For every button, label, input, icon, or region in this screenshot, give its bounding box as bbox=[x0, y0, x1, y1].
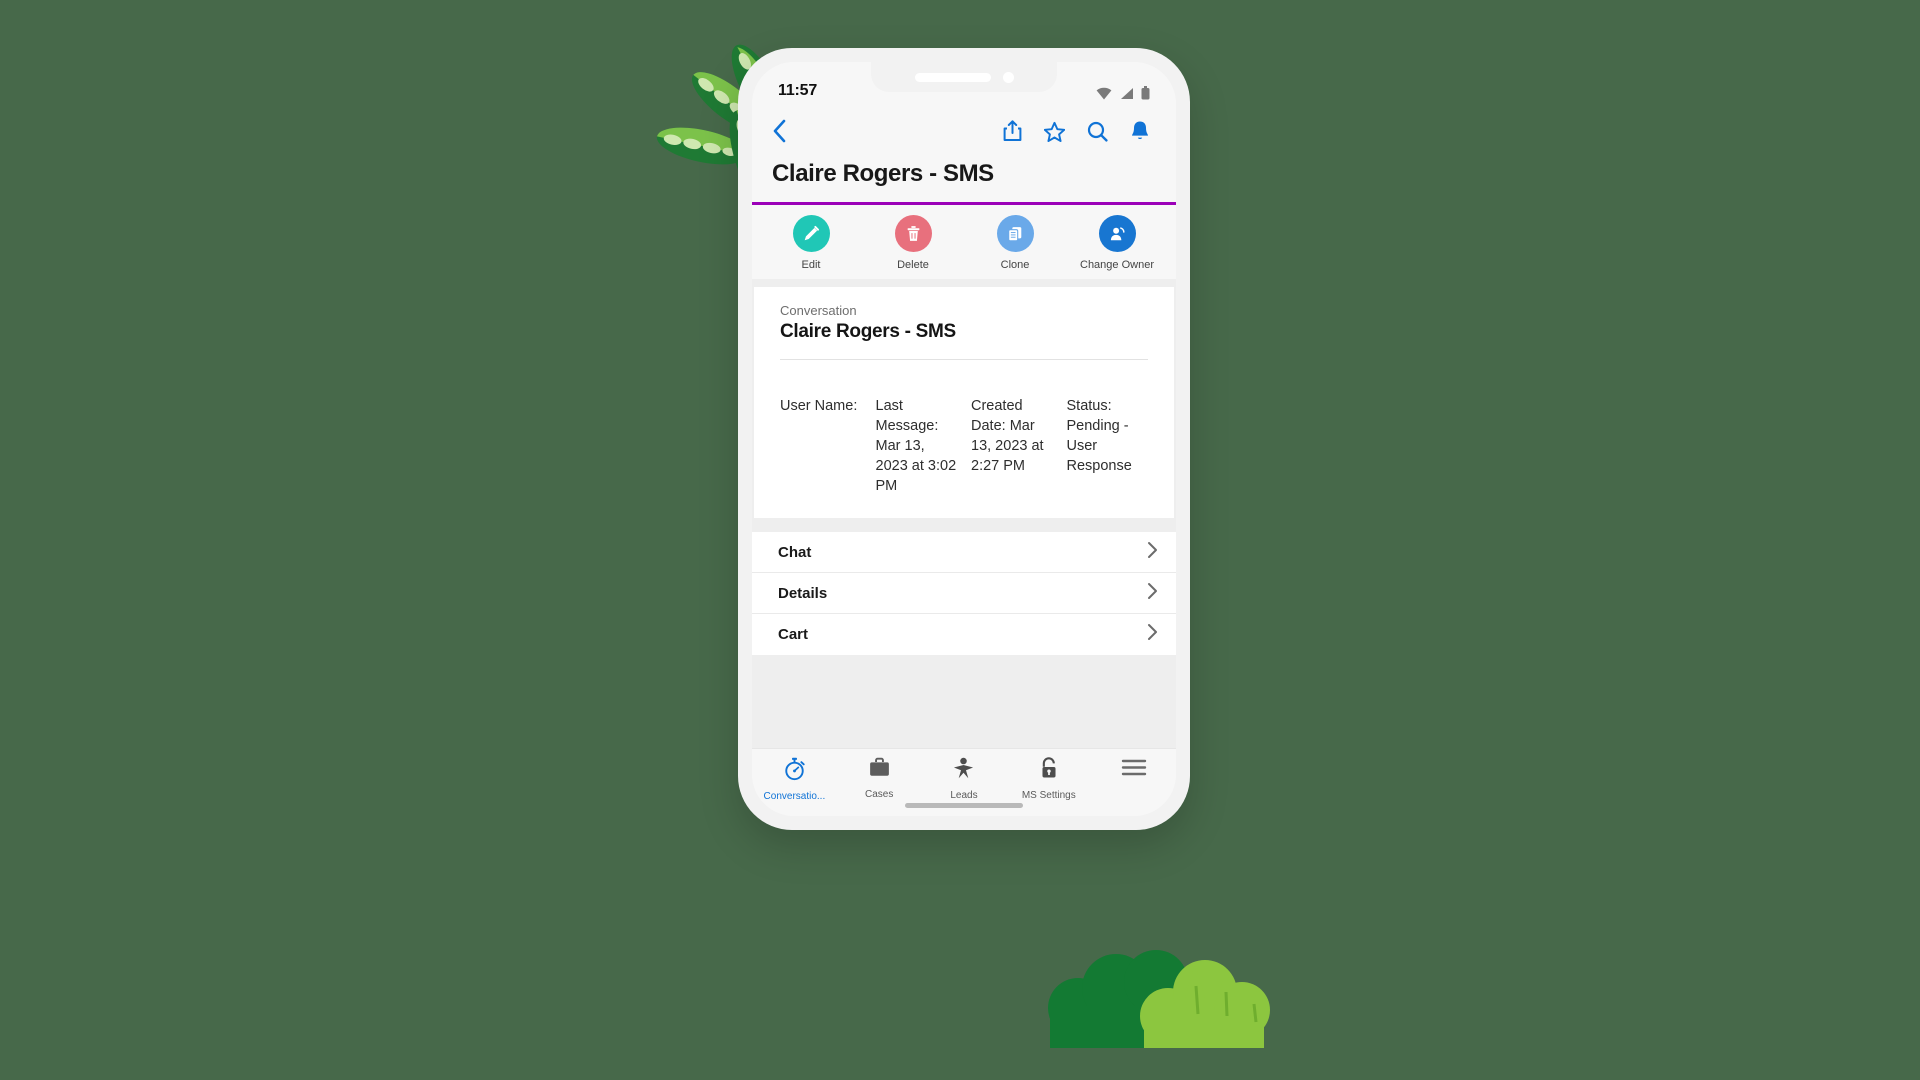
record-fields-grid: User Name: Last Message: Mar 13, 2023 at… bbox=[754, 378, 1174, 518]
tab-conversations-label: Conversatio... bbox=[763, 791, 826, 802]
nav-action-group bbox=[1003, 120, 1156, 142]
chevron-right-icon bbox=[1147, 582, 1158, 605]
phone-screen: 11:57 Claire Rogers - SMS Edit Delete Cl… bbox=[752, 62, 1176, 816]
related-row-details-label: Details bbox=[778, 584, 828, 602]
field-last-message-value: Mar 13, 2023 at 3:02 PM bbox=[875, 438, 957, 494]
action-delete-label: Delete bbox=[897, 259, 929, 271]
tab-conversations[interactable]: Conversatio... bbox=[752, 757, 837, 802]
chevron-left-icon[interactable] bbox=[772, 119, 786, 143]
action-change-owner-label: Change Owner bbox=[1080, 259, 1154, 271]
record-summary-card: Conversation Claire Rogers - SMS bbox=[754, 287, 1174, 378]
status-bar-system-icons bbox=[1096, 86, 1150, 100]
tab-ms-settings[interactable]: MS Settings bbox=[1006, 757, 1091, 801]
status-bar-time: 11:57 bbox=[778, 82, 818, 99]
hamburger-menu-icon bbox=[1121, 757, 1147, 783]
tab-cases[interactable]: Cases bbox=[837, 757, 922, 800]
front-camera-dot bbox=[1002, 71, 1014, 83]
tab-leads[interactable]: Leads bbox=[922, 757, 1007, 801]
home-indicator bbox=[905, 803, 1023, 808]
tab-leads-label: Leads bbox=[950, 790, 978, 801]
record-content: Conversation Claire Rogers - SMS User Na… bbox=[752, 279, 1176, 759]
related-list-rows: Chat Details Cart bbox=[752, 532, 1176, 655]
record-divider bbox=[780, 359, 1148, 360]
bush-decoration bbox=[1048, 950, 1270, 1048]
related-row-cart[interactable]: Cart bbox=[752, 614, 1176, 655]
pencil-icon bbox=[792, 215, 830, 252]
cellular-signal-icon bbox=[1121, 88, 1133, 99]
related-row-details[interactable]: Details bbox=[752, 573, 1176, 614]
action-edit[interactable]: Edit bbox=[760, 215, 862, 271]
phone-device-frame: 11:57 Claire Rogers - SMS Edit Delete Cl… bbox=[738, 48, 1190, 830]
action-clone[interactable]: Clone bbox=[964, 215, 1066, 271]
wifi-icon bbox=[1096, 87, 1112, 100]
chevron-right-icon bbox=[1147, 541, 1158, 564]
tab-ms-settings-label: MS Settings bbox=[1021, 790, 1076, 801]
tab-more-menu[interactable] bbox=[1091, 757, 1176, 788]
record-name: Claire Rogers - SMS bbox=[780, 321, 956, 342]
action-edit-label: Edit bbox=[801, 259, 821, 271]
unlocked-padlock-icon bbox=[1038, 757, 1060, 785]
navigation-bar bbox=[752, 104, 1176, 158]
briefcase-icon bbox=[868, 757, 891, 784]
phone-notch bbox=[871, 62, 1057, 92]
person-star-icon bbox=[952, 757, 975, 785]
search-icon[interactable] bbox=[1087, 121, 1108, 142]
field-user-name-label: User Name: bbox=[780, 398, 858, 414]
field-status-value: Pending - User Response bbox=[1066, 418, 1132, 474]
field-last-message-label: Last Message: bbox=[875, 398, 939, 434]
action-delete[interactable]: Delete bbox=[862, 215, 964, 271]
share-icon[interactable] bbox=[1003, 120, 1022, 142]
related-row-chat[interactable]: Chat bbox=[752, 532, 1176, 573]
stopwatch-icon bbox=[783, 757, 806, 786]
field-last-message: Last Message: Mar 13, 2023 at 3:02 PM bbox=[876, 396, 958, 496]
action-clone-label: Clone bbox=[1000, 259, 1030, 271]
battery-icon bbox=[1141, 86, 1150, 100]
field-status-label: Status: bbox=[1066, 398, 1112, 414]
earpiece-speaker bbox=[914, 72, 991, 82]
bell-icon[interactable] bbox=[1130, 120, 1150, 142]
related-row-cart-label: Cart bbox=[778, 626, 809, 643]
related-row-chat-label: Chat bbox=[778, 543, 812, 561]
person-swap-icon bbox=[1098, 215, 1136, 252]
tab-cases-label: Cases bbox=[865, 789, 894, 800]
record-action-bar: Edit Delete Clone Change Owner bbox=[752, 205, 1176, 279]
copy-icon bbox=[996, 215, 1034, 252]
trash-icon bbox=[894, 215, 932, 252]
field-created-date: Created Date: Mar 13, 2023 at 2:27 PM bbox=[971, 396, 1053, 496]
action-change-owner[interactable]: Change Owner bbox=[1066, 215, 1168, 271]
star-icon[interactable] bbox=[1044, 121, 1065, 142]
field-user-name: User Name: bbox=[780, 396, 862, 496]
field-status: Status: Pending - User Response bbox=[1067, 396, 1149, 496]
chevron-right-icon bbox=[1147, 623, 1158, 646]
page-title: Claire Rogers - SMS bbox=[752, 158, 1176, 202]
record-object-label: Conversation bbox=[780, 303, 857, 318]
